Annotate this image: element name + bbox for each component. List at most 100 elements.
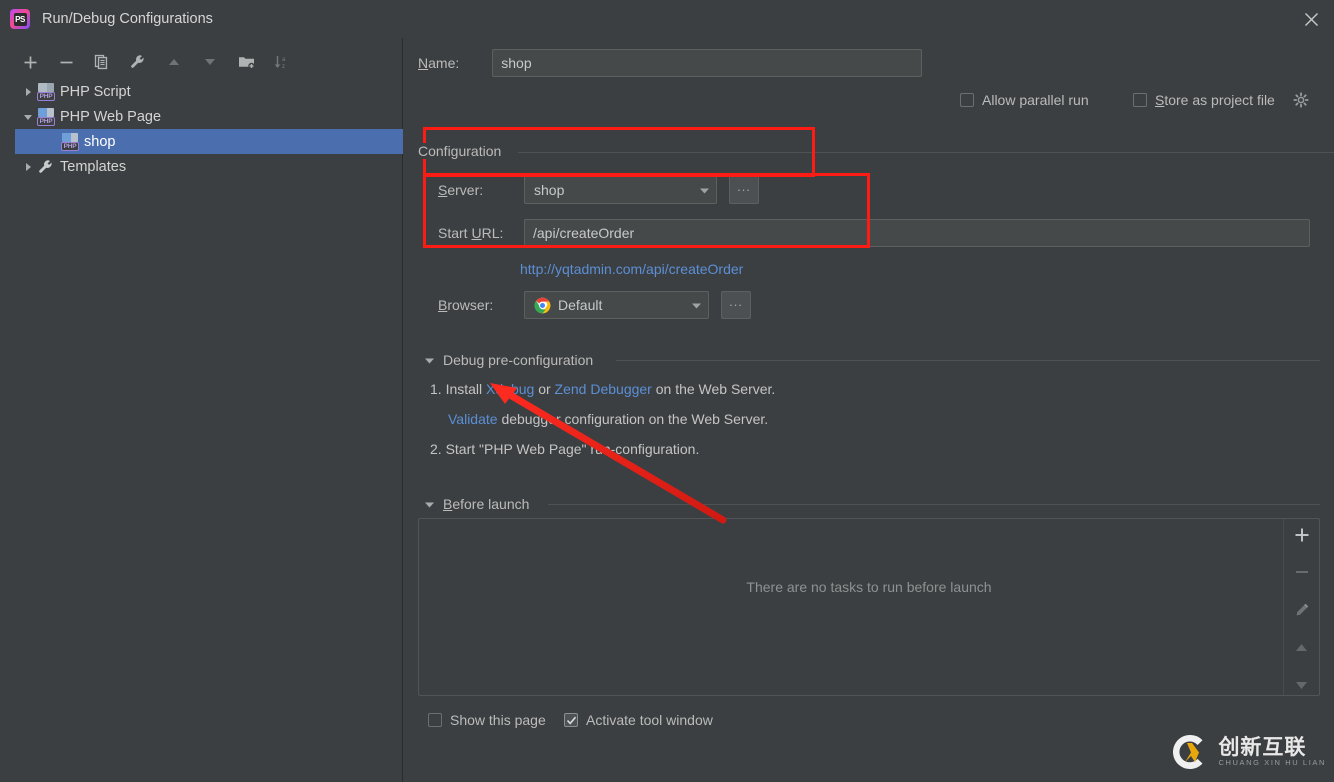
debug-step-1: 1. Install Xdebug or Zend Debugger on th… xyxy=(430,381,775,397)
server-browse-label: ... xyxy=(737,179,751,194)
group-divider xyxy=(518,152,1334,153)
browser-dropdown[interactable]: Default xyxy=(524,291,709,319)
debug-step-1-suffix: on the Web Server. xyxy=(655,381,776,397)
tree-item-php-web-page[interactable]: PHP PHP Web Page xyxy=(15,104,403,129)
phpstorm-icon: PS xyxy=(10,9,30,29)
allow-parallel-run-label: Allow parallel run xyxy=(982,92,1089,108)
browser-browse-button[interactable]: ... xyxy=(721,291,751,319)
checkbox-box xyxy=(960,93,974,107)
tree-item-templates[interactable]: Templates xyxy=(15,154,403,179)
chevron-down-icon xyxy=(424,499,435,510)
cx-logo-icon xyxy=(1173,734,1203,769)
validate-line: Validate debugger configuration on the W… xyxy=(448,411,768,427)
checkbox-box xyxy=(1133,93,1147,107)
debug-step-1-prefix: 1. Install xyxy=(430,381,483,397)
before-launch-section-header[interactable]: Before launch xyxy=(424,496,529,512)
tree-item-label: shop xyxy=(84,133,116,150)
activate-tool-window-checkbox[interactable]: Activate tool window xyxy=(564,712,713,728)
store-as-project-file-checkbox[interactable]: Store as project file xyxy=(1133,92,1275,108)
start-url-input[interactable]: /api/createOrder xyxy=(524,219,1310,247)
xdebug-link[interactable]: Xdebug xyxy=(486,381,534,397)
debug-step-1-or: or xyxy=(538,381,551,397)
browser-label: Browser: xyxy=(438,297,494,313)
watermark-cn-text: 创新互联 xyxy=(1218,734,1307,759)
server-label: Server: xyxy=(438,182,484,198)
resolved-url-link[interactable]: http://yqtadmin.com/api/createOrder xyxy=(520,261,743,277)
chevron-down-icon[interactable] xyxy=(19,112,37,122)
start-url-row: Start URL: /api/createOrder xyxy=(438,219,1310,247)
checkbox-box xyxy=(564,713,578,727)
debug-step-2: 2. Start "PHP Web Page" run-configuratio… xyxy=(430,441,700,457)
configuration-group-title: Configuration xyxy=(418,143,508,159)
svg-text:z: z xyxy=(282,64,285,70)
move-down-button[interactable] xyxy=(198,50,222,74)
sidebar-toolbar: a z xyxy=(0,45,403,79)
page-title: Run/Debug Configurations xyxy=(42,11,213,27)
new-folder-icon[interactable] xyxy=(234,50,258,74)
tree-item-php-script[interactable]: PHP PHP Script xyxy=(15,79,403,104)
configurations-sidebar: a z PHP PHP Script PHP PHP Web Page PHP … xyxy=(0,38,403,782)
configurations-tree: PHP PHP Script PHP PHP Web Page PHP shop… xyxy=(15,79,403,179)
server-dropdown-value: shop xyxy=(534,182,565,198)
show-this-page-checkbox[interactable]: Show this page xyxy=(428,712,546,728)
start-url-value: /api/createOrder xyxy=(533,225,635,241)
checkbox-box xyxy=(428,713,442,727)
browser-row: Browser: Default ... xyxy=(438,291,751,319)
before-launch-remove-button[interactable] xyxy=(1290,563,1314,583)
activate-tool-window-label: Activate tool window xyxy=(586,712,713,728)
tree-item-label: PHP Script xyxy=(60,83,131,100)
server-dropdown[interactable]: shop xyxy=(524,176,717,204)
show-this-page-label: Show this page xyxy=(450,712,546,728)
before-launch-edit-button[interactable] xyxy=(1290,600,1314,620)
before-launch-task-list[interactable]: There are no tasks to run before launch xyxy=(418,518,1320,696)
sort-az-icon[interactable]: a z xyxy=(270,50,294,74)
allow-parallel-run-checkbox[interactable]: Allow parallel run xyxy=(960,92,1089,108)
name-row: Name: shop xyxy=(418,48,1334,78)
gear-icon[interactable] xyxy=(1293,92,1309,108)
tree-item-label: Templates xyxy=(60,158,127,175)
before-launch-empty-text: There are no tasks to run before launch xyxy=(746,579,992,595)
name-input-value: shop xyxy=(501,55,532,71)
debug-preconfiguration-title: Debug pre-configuration xyxy=(443,352,594,368)
name-input[interactable]: shop xyxy=(492,49,923,77)
browser-dropdown-value: Default xyxy=(558,297,603,313)
start-url-label: Start URL: xyxy=(438,225,504,241)
php-web-page-icon: PHP xyxy=(61,132,79,151)
close-icon[interactable] xyxy=(1288,0,1334,38)
run-debug-configurations-dialog: PS Run/Debug Configurations a z PHP PHP … xyxy=(0,0,1334,782)
chevron-down-icon xyxy=(688,300,704,311)
chevron-down-icon xyxy=(696,185,712,196)
server-row: Server: shop ... xyxy=(438,176,759,204)
move-up-button[interactable] xyxy=(162,50,186,74)
chevron-down-icon xyxy=(424,355,435,366)
chevron-right-icon[interactable] xyxy=(19,87,37,97)
tree-item-label: PHP Web Page xyxy=(60,108,162,125)
php-web-page-icon: PHP xyxy=(37,107,55,126)
remove-configuration-button[interactable] xyxy=(54,50,78,74)
browser-browse-label: ... xyxy=(729,294,743,309)
store-as-project-file-label: Store as project file xyxy=(1155,92,1275,108)
debug-preconfiguration-section-header[interactable]: Debug pre-configuration xyxy=(424,352,593,368)
chevron-right-icon[interactable] xyxy=(19,162,37,172)
before-launch-title: Before launch xyxy=(443,496,530,512)
before-launch-toolbar xyxy=(1283,519,1319,695)
section-divider xyxy=(616,360,1320,361)
before-launch-add-button[interactable] xyxy=(1290,525,1314,545)
before-launch-move-up-button[interactable] xyxy=(1290,638,1314,658)
edit-templates-button[interactable] xyxy=(126,50,150,74)
svg-text:a: a xyxy=(282,57,286,63)
php-script-icon: PHP xyxy=(37,82,55,101)
section-divider xyxy=(548,504,1320,505)
wrench-icon xyxy=(37,158,55,176)
watermark: 创新互联 CHUANG XIN HU LIAN xyxy=(1170,730,1326,774)
zend-debugger-link[interactable]: Zend Debugger xyxy=(555,381,652,397)
validate-link[interactable]: Validate xyxy=(448,411,498,427)
before-launch-move-down-button[interactable] xyxy=(1290,675,1314,695)
add-configuration-button[interactable] xyxy=(18,50,42,74)
validate-suffix: debugger configuration on the Web Server… xyxy=(501,411,769,427)
copy-configuration-button[interactable] xyxy=(90,50,114,74)
tree-item-shop[interactable]: PHP shop xyxy=(15,129,403,154)
chrome-icon xyxy=(534,297,551,314)
configuration-form: Name: shop Allow parallel run Store as p… xyxy=(404,38,1334,782)
server-browse-button[interactable]: ... xyxy=(729,176,759,204)
